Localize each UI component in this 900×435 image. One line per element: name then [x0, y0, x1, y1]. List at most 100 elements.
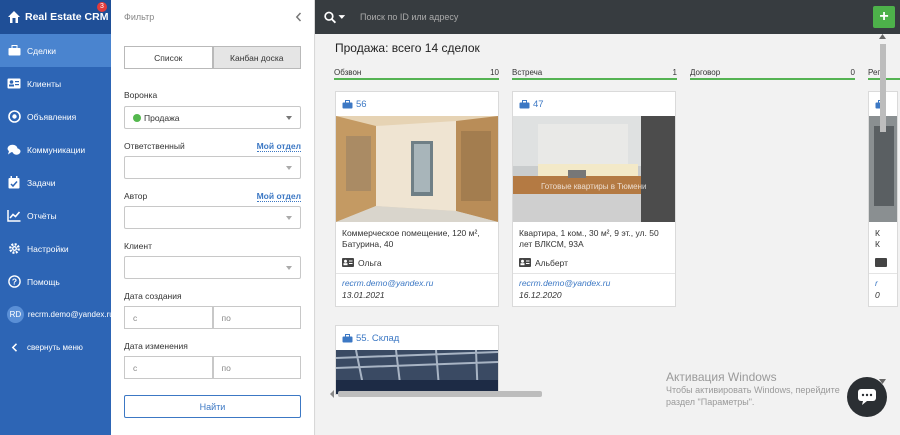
- house-logo-icon: [8, 11, 20, 23]
- filter-panel: Фильтр Список Канбан доска Воронка Прода…: [111, 0, 315, 435]
- chevron-left-icon: [330, 390, 334, 398]
- chat-widget-button[interactable]: [847, 377, 887, 417]
- target-icon: [7, 110, 21, 124]
- vertical-scrollbar[interactable]: [879, 34, 887, 389]
- chevron-down-icon: [286, 215, 292, 220]
- changed-date-label: Дата изменения: [124, 341, 188, 351]
- author-label-row: Автор Мой отдел: [124, 191, 301, 202]
- chat-bubbles-icon: [7, 143, 21, 157]
- property-photo: Готовые квартиры в Тюмени: [513, 116, 675, 222]
- my-department-link[interactable]: Мой отдел: [256, 141, 301, 152]
- created-label-row: Дата создания: [124, 291, 301, 301]
- sidebar-item-communications[interactable]: Коммуникации: [0, 133, 111, 166]
- filter-header: Фильтр: [111, 0, 314, 34]
- calendar-check-icon: [7, 176, 21, 190]
- deal-email[interactable]: recrm.demo@yandex.ru: [336, 274, 498, 288]
- top-bar: Поиск по ID или адресу +: [315, 0, 900, 34]
- collapse-menu-button[interactable]: свернуть меню: [0, 331, 111, 364]
- deal-id-link[interactable]: 55. Склад: [356, 333, 399, 344]
- deal-card[interactable]: 56 Коммерческое помещение, 120 м², Батур…: [335, 91, 499, 307]
- view-toggle: Список Канбан доска: [124, 46, 301, 69]
- question-icon: ?: [7, 275, 21, 289]
- author-label: Автор: [124, 191, 148, 201]
- funnel-select[interactable]: Продажа: [124, 106, 301, 129]
- contact-card-icon: [519, 258, 531, 267]
- line-chart-icon: [7, 209, 21, 223]
- windows-activation-watermark: Активация Windows Чтобы активировать Win…: [666, 370, 840, 407]
- avatar: RD: [7, 306, 24, 323]
- deal-description: Квартира, 1 ком., 30 м², 9 эт., ул. 50 л…: [519, 228, 659, 249]
- sidebar-item-help[interactable]: ? Помощь: [0, 265, 111, 298]
- find-button[interactable]: Найти: [124, 395, 301, 418]
- scrollbar-thumb[interactable]: [338, 391, 542, 397]
- sidebar-item-label: Коммуникации: [27, 144, 86, 155]
- sidebar-item-label: Отчёты: [27, 210, 57, 221]
- gear-icon: [7, 242, 21, 256]
- created-from-field[interactable]: с: [124, 306, 213, 329]
- sidebar-item-settings[interactable]: Настройки: [0, 232, 111, 265]
- svg-text:?: ?: [11, 277, 16, 287]
- deal-email[interactable]: recrm.demo@yandex.ru: [513, 274, 675, 288]
- briefcase-icon: [342, 333, 353, 342]
- agent-name: Альберт: [535, 257, 568, 268]
- column-count: 0: [850, 68, 855, 77]
- briefcase-icon: [342, 99, 353, 108]
- changed-to-field[interactable]: по: [212, 356, 301, 379]
- scrollbar-thumb[interactable]: [880, 44, 886, 132]
- changed-label-row: Дата изменения: [124, 341, 301, 351]
- changed-date-range: с по: [124, 356, 301, 379]
- column-count: 10: [490, 68, 499, 77]
- main-sidebar: Real Estate CRM 3 Сделки Клиенты Объявле…: [0, 0, 111, 435]
- deal-card[interactable]: 47 Готовые квартиры в Тюмени Квартира, 1…: [512, 91, 676, 307]
- contact-card-icon: [342, 258, 354, 267]
- sidebar-item-clients[interactable]: Клиенты: [0, 67, 111, 100]
- chevron-left-icon[interactable]: [295, 12, 302, 22]
- created-to-field[interactable]: по: [212, 306, 301, 329]
- responsible-label: Ответственный: [124, 141, 185, 151]
- column-calls: Обзвон 10: [334, 68, 499, 80]
- chevron-up-icon: [879, 34, 886, 39]
- responsible-select[interactable]: [124, 156, 301, 179]
- deal-id-link[interactable]: 56: [356, 99, 367, 110]
- sidebar-item-tasks[interactable]: Задачи: [0, 166, 111, 199]
- column-title: Обзвон: [334, 68, 362, 77]
- deal-date: 13.01.2021: [342, 290, 385, 300]
- sidebar-item-label: Клиенты: [27, 78, 62, 89]
- user-email: recrm.demo@yandex.ru: [27, 310, 111, 319]
- app-logo[interactable]: Real Estate CRM 3: [0, 0, 111, 34]
- changed-from-field[interactable]: с: [124, 356, 213, 379]
- search-dropdown[interactable]: [324, 11, 346, 24]
- author-select[interactable]: [124, 206, 301, 229]
- sidebar-item-deals[interactable]: Сделки: [0, 34, 111, 67]
- search-input[interactable]: Поиск по ID или адресу: [360, 12, 458, 22]
- client-label-row: Клиент: [124, 241, 301, 251]
- briefcase-icon: [519, 99, 530, 108]
- chat-icon: [858, 389, 876, 405]
- collapse-menu-label: свернуть меню: [27, 343, 83, 352]
- sidebar-item-label: Помощь: [27, 276, 60, 287]
- column-meeting: Встреча 1: [512, 68, 677, 80]
- kanban-view-button[interactable]: Канбан доска: [212, 46, 301, 69]
- column-title: Договор: [690, 68, 721, 77]
- sidebar-item-listings[interactable]: Объявления: [0, 100, 111, 133]
- photo-watermark: Готовые квартиры в Тюмени: [541, 182, 647, 191]
- page-title: Продажа: всего 14 сделок: [335, 41, 480, 55]
- deal-card[interactable]: 55. Склад: [335, 325, 499, 395]
- sidebar-item-label: Сделки: [27, 45, 56, 56]
- sidebar-user[interactable]: RD recrm.demo@yandex.ru: [0, 298, 111, 331]
- filter-title: Фильтр: [124, 12, 155, 22]
- my-department-link[interactable]: Мой отдел: [256, 191, 301, 202]
- list-view-button[interactable]: Список: [124, 46, 213, 69]
- sidebar-item-reports[interactable]: Отчёты: [0, 199, 111, 232]
- status-dot-icon: [133, 113, 141, 122]
- chevron-down-icon: [286, 165, 292, 170]
- funnel-label-row: Воронка: [124, 90, 301, 100]
- contact-card-icon: [7, 77, 21, 91]
- client-select[interactable]: [124, 256, 301, 279]
- funnel-label: Воронка: [124, 90, 158, 100]
- add-deal-button[interactable]: +: [873, 6, 895, 28]
- chevron-down-icon: [286, 265, 292, 270]
- deal-id-link[interactable]: 47: [533, 99, 544, 110]
- column-count: 1: [672, 68, 677, 77]
- agent-name: Ольга: [358, 257, 382, 268]
